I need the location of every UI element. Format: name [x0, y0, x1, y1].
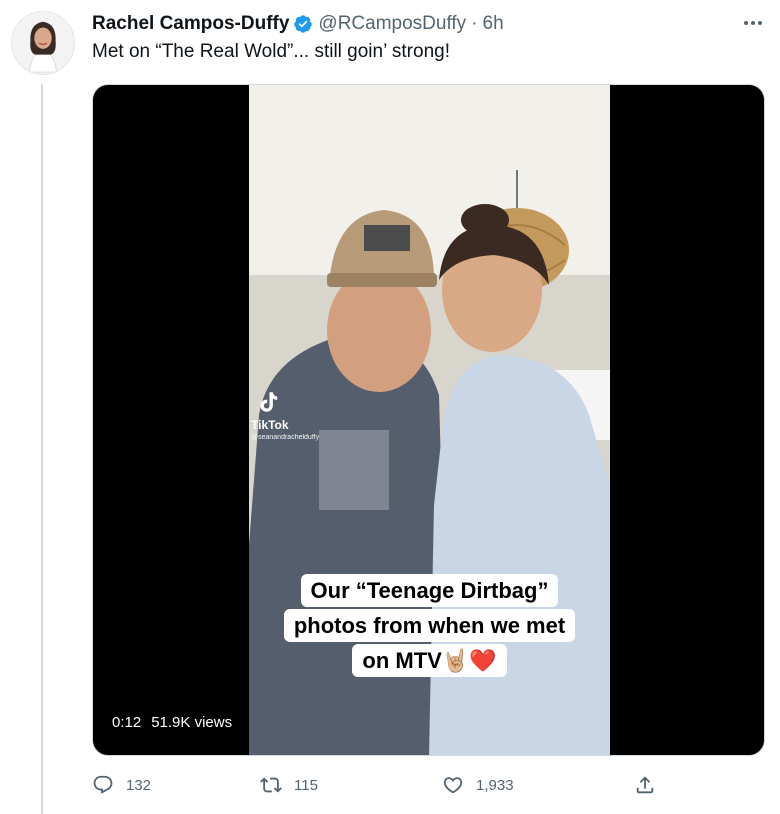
- tweet-actions: 132 115 1,933: [92, 774, 672, 804]
- more-options-icon[interactable]: [738, 10, 768, 36]
- reply-count: 132: [126, 776, 152, 794]
- video-frame[interactable]: TikTok @seanandrachelduffy Our “Teenage …: [249, 85, 610, 755]
- reply-icon: [93, 775, 113, 794]
- share-button[interactable]: [634, 774, 656, 796]
- video-duration: 0:12: [112, 714, 142, 731]
- author-handle[interactable]: @RCamposDuffy: [318, 13, 466, 35]
- tiktok-username: @seanandrachelduffy: [251, 434, 320, 441]
- video-caption: Our “Teenage Dirtbag” photos from when w…: [249, 573, 610, 678]
- tiktok-watermark: TikTok @seanandrachelduffy: [249, 389, 389, 441]
- author-display-name[interactable]: Rachel Campos-Duffy: [92, 13, 289, 35]
- thread-line: [41, 84, 43, 814]
- tweet-header: Rachel Campos-Duffy @RCamposDuffy · 6h: [92, 11, 504, 37]
- avatar[interactable]: [11, 11, 75, 75]
- heart-icon: [443, 777, 463, 794]
- caption-line: Our “Teenage Dirtbag”: [300, 574, 559, 607]
- tiktok-brand: TikTok: [251, 418, 289, 432]
- header-separator: ·: [471, 13, 478, 34]
- retweet-icon: [260, 777, 282, 793]
- tweet-text: Met on “The Real Wold”... still goin’ st…: [92, 41, 450, 62]
- view-count: 51.9K views: [151, 714, 233, 731]
- retweet-button[interactable]: 115: [260, 774, 318, 796]
- verified-badge-icon: [293, 14, 313, 34]
- tiktok-logo-icon: [260, 392, 278, 412]
- share-icon: [636, 776, 654, 794]
- tweet-timestamp[interactable]: 6h: [483, 13, 504, 35]
- reply-button[interactable]: 132: [92, 774, 151, 796]
- like-count: 1,933: [476, 776, 514, 794]
- video-player[interactable]: TikTok @seanandrachelduffy Our “Teenage …: [92, 84, 765, 756]
- video-stats-badge: 0:12 51.9K views: [105, 711, 240, 734]
- caption-line: photos from when we met: [283, 609, 576, 642]
- retweet-count: 115: [294, 776, 318, 794]
- caption-line: on MTV🤘🏼❤️: [352, 644, 507, 677]
- like-button[interactable]: 1,933: [442, 774, 514, 796]
